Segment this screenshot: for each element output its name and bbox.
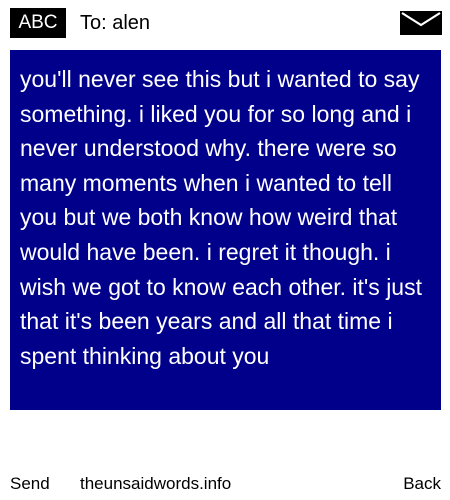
envelope-icon — [400, 11, 442, 35]
message-body[interactable]: you'll never see this but i wanted to sa… — [10, 50, 441, 410]
back-button[interactable]: Back — [403, 472, 441, 496]
send-button[interactable]: Send — [10, 472, 50, 496]
site-label: theunsaidwords.info — [80, 474, 232, 493]
recipient-label: To: alen — [80, 12, 151, 34]
input-mode-indicator: ABC — [10, 8, 66, 38]
